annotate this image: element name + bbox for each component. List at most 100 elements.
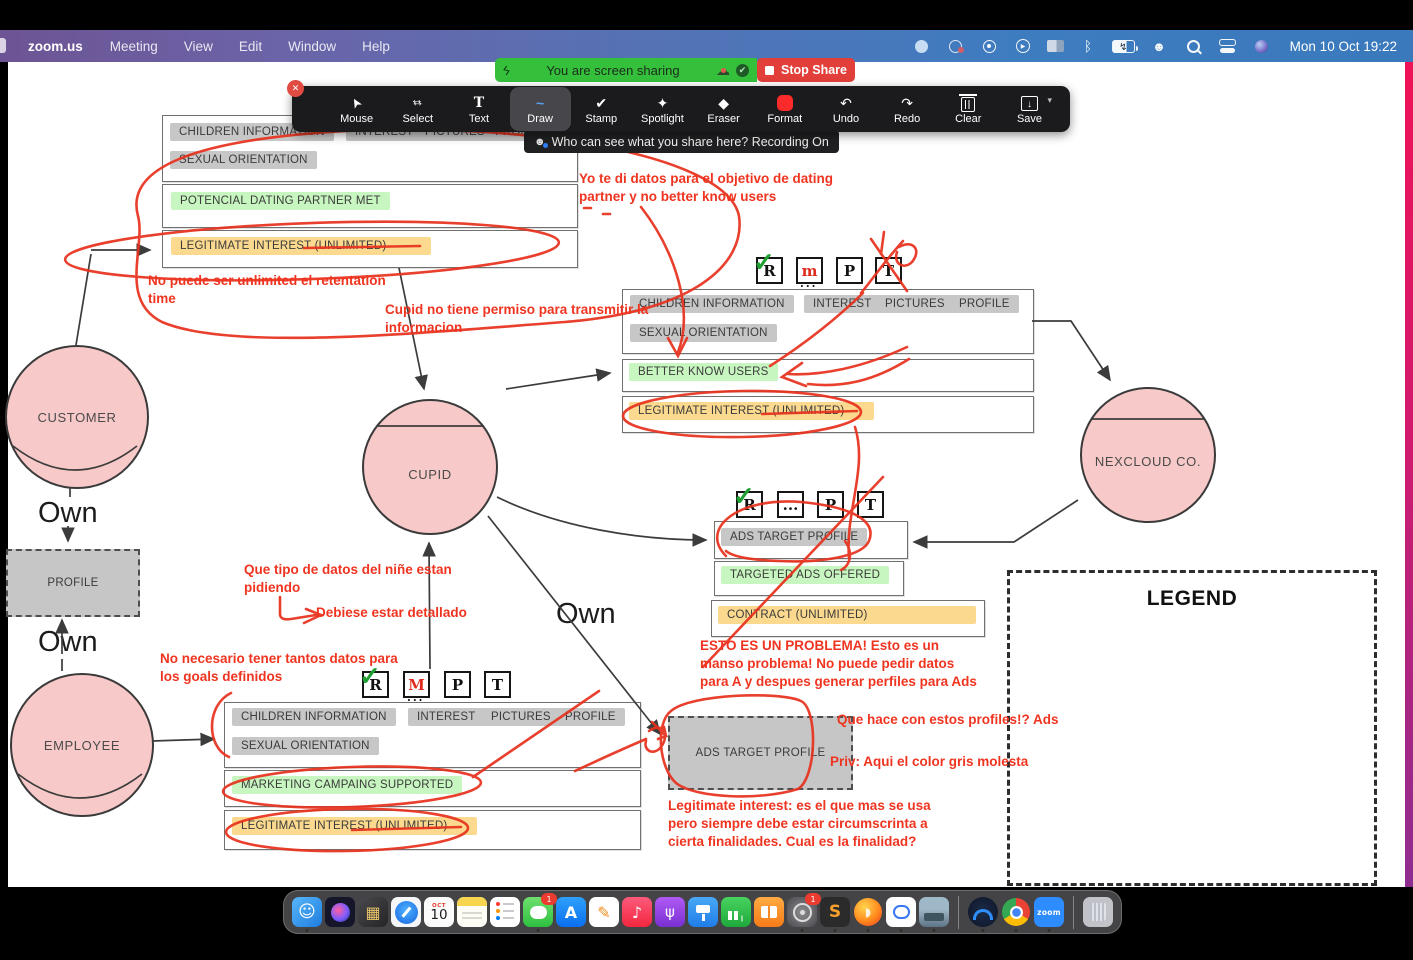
profile-info-box: PROFILE (6, 549, 140, 617)
tool-undo[interactable]: ↶Undo (815, 87, 876, 131)
red-note: No puede ser unlimited el retentation ti… (148, 272, 406, 308)
format-icon (777, 93, 793, 113)
wallpaper-icon[interactable] (1251, 37, 1271, 55)
tool-mouse[interactable]: ➤Mouse (326, 87, 387, 131)
running-indicator (933, 929, 936, 932)
own-relation-label: Own (556, 598, 616, 631)
security-shield-icon[interactable]: ✔ (736, 64, 749, 77)
tool-text[interactable]: TText (448, 87, 509, 131)
red-note: Que hace con estos profiles!? Ads (837, 711, 1077, 729)
zoom-app-icon[interactable] (911, 37, 931, 55)
running-indicator (306, 929, 309, 932)
play-icon[interactable] (1013, 37, 1033, 55)
red-note: ESTO ES UN PROBLEMA! Esto es un manso pr… (700, 637, 978, 690)
red-note: Priv: Aqui el color gris molesta (830, 753, 1060, 771)
dock-pages-icon[interactable] (589, 897, 619, 927)
redo-icon: ↷ (901, 93, 913, 113)
goal-pill: MARKETING CAMPAING SUPPORTED (232, 776, 462, 794)
stop-share-button[interactable]: Stop Share (757, 58, 855, 82)
stop-share-label: Stop Share (781, 63, 847, 77)
tooltip-text: Who can see what you share here? Recordi… (552, 135, 829, 149)
share-visibility-tooltip: ☻ Who can see what you share here? Recor… (524, 130, 839, 153)
tool-label: Spotlight (641, 113, 684, 125)
goal-pill: POTENCIAL DATING PARTNER MET (171, 192, 390, 210)
tool-redo[interactable]: ↷Redo (877, 87, 938, 131)
dock-firefox-icon[interactable] (853, 897, 883, 927)
sharing-status-text: You are screen sharing (510, 63, 716, 78)
menu-help[interactable]: Help (362, 39, 390, 54)
dock-numbers-icon[interactable] (721, 897, 751, 927)
wallpaper-edge-strip (1405, 62, 1413, 887)
tool-stamp[interactable]: ✔Stamp (571, 87, 632, 131)
control-icon[interactable] (1217, 37, 1237, 55)
clear-icon (961, 93, 975, 113)
dock-preview-photo-icon[interactable] (919, 897, 949, 927)
role-icon-T: T (875, 257, 902, 284)
dock-signal-icon[interactable] (886, 897, 916, 927)
person-icon: ☻ (534, 136, 546, 148)
tool-label: Mouse (340, 113, 373, 125)
dock-settings-icon[interactable]: 1 (787, 897, 817, 927)
tool-eraser[interactable]: ◆Eraser (693, 87, 754, 131)
dock-music-icon[interactable] (622, 897, 652, 927)
menubar-app-name[interactable]: zoom.us (28, 39, 83, 54)
dock-sublime-text-icon[interactable] (820, 897, 850, 927)
dock-books-icon[interactable] (754, 897, 784, 927)
running-indicator (982, 929, 985, 932)
dock-reminders-icon[interactable] (490, 897, 520, 927)
info-pill: PROFILE (556, 708, 625, 726)
tool-format[interactable]: Format (754, 87, 815, 131)
red-note: Cupid no tiene permiso para transmitir l… (385, 301, 657, 337)
dock-trash-icon[interactable] (1083, 897, 1113, 927)
tool-spotlight[interactable]: ✦Spotlight (632, 87, 693, 131)
info-pill: SEXUAL ORIENTATION (170, 151, 317, 169)
tool-select[interactable]: ↔↕Select (387, 87, 448, 131)
notification-badge: 1 (805, 893, 821, 905)
recording-cloud-icon[interactable]: ☁ (716, 62, 730, 79)
running-indicator (1015, 929, 1018, 932)
legal-pill: LEGITIMATE INTEREST (UNLIMITED) (629, 402, 874, 420)
menu-window[interactable]: Window (288, 39, 336, 54)
dock-podcasts-icon[interactable] (655, 897, 685, 927)
dock-finder-icon[interactable] (292, 897, 322, 927)
dock-chrome-icon[interactable] (1001, 897, 1031, 927)
bluetooth-icon[interactable]: ᛒ (1078, 37, 1098, 55)
info-pill: INTEREST (408, 708, 484, 726)
account-icon[interactable]: ☻ (1149, 37, 1169, 55)
select-icon: ↔↕ (410, 93, 426, 113)
dock-nordvpn-icon[interactable] (968, 897, 998, 927)
dock-safari-icon[interactable] (391, 897, 421, 927)
display-icon[interactable] (1047, 40, 1064, 52)
tool-save[interactable]: ↓▾Save (999, 87, 1060, 131)
dock-messages-icon[interactable]: 1 (523, 897, 553, 927)
menubar-clock[interactable]: Mon 10 Oct 19:22 (1290, 30, 1397, 62)
dock-launchpad-icon[interactable] (358, 897, 388, 927)
role-icon-R: R (736, 491, 763, 518)
dock-siri-icon[interactable] (325, 897, 355, 927)
dock-keynote-icon[interactable] (688, 897, 718, 927)
dock-calendar-icon[interactable]: OCT10 (424, 897, 454, 927)
running-indicator (801, 929, 804, 932)
menu-view[interactable]: View (184, 39, 213, 54)
recording-icon[interactable] (945, 37, 965, 55)
dock-divider (1073, 896, 1074, 929)
eraser-icon: ◆ (718, 93, 729, 113)
battery-icon[interactable] (1112, 40, 1135, 53)
tool-label: Select (402, 113, 433, 125)
dock-notes-icon[interactable] (457, 897, 487, 927)
tool-clear[interactable]: Clear (938, 87, 999, 131)
compass-icon[interactable] (979, 37, 999, 55)
dock-app-store-icon[interactable] (556, 897, 586, 927)
tool-draw[interactable]: ~Draw (510, 87, 571, 131)
tool-label: Save (1017, 113, 1042, 125)
menu-meeting[interactable]: Meeting (110, 39, 158, 54)
red-note: No necesario tener tantos datos para los… (160, 650, 416, 686)
tool-label: Redo (894, 113, 920, 125)
dock-zoom-icon[interactable]: zoom (1034, 897, 1064, 927)
legal-pill: CONTRACT (UNLIMITED) (718, 606, 976, 624)
menu-edit[interactable]: Edit (239, 39, 262, 54)
close-toolbar-button[interactable]: ✕ (287, 80, 304, 97)
spotlight-icon[interactable] (1183, 37, 1203, 55)
notification-badge: 1 (541, 893, 557, 905)
text-icon: T (474, 93, 484, 113)
